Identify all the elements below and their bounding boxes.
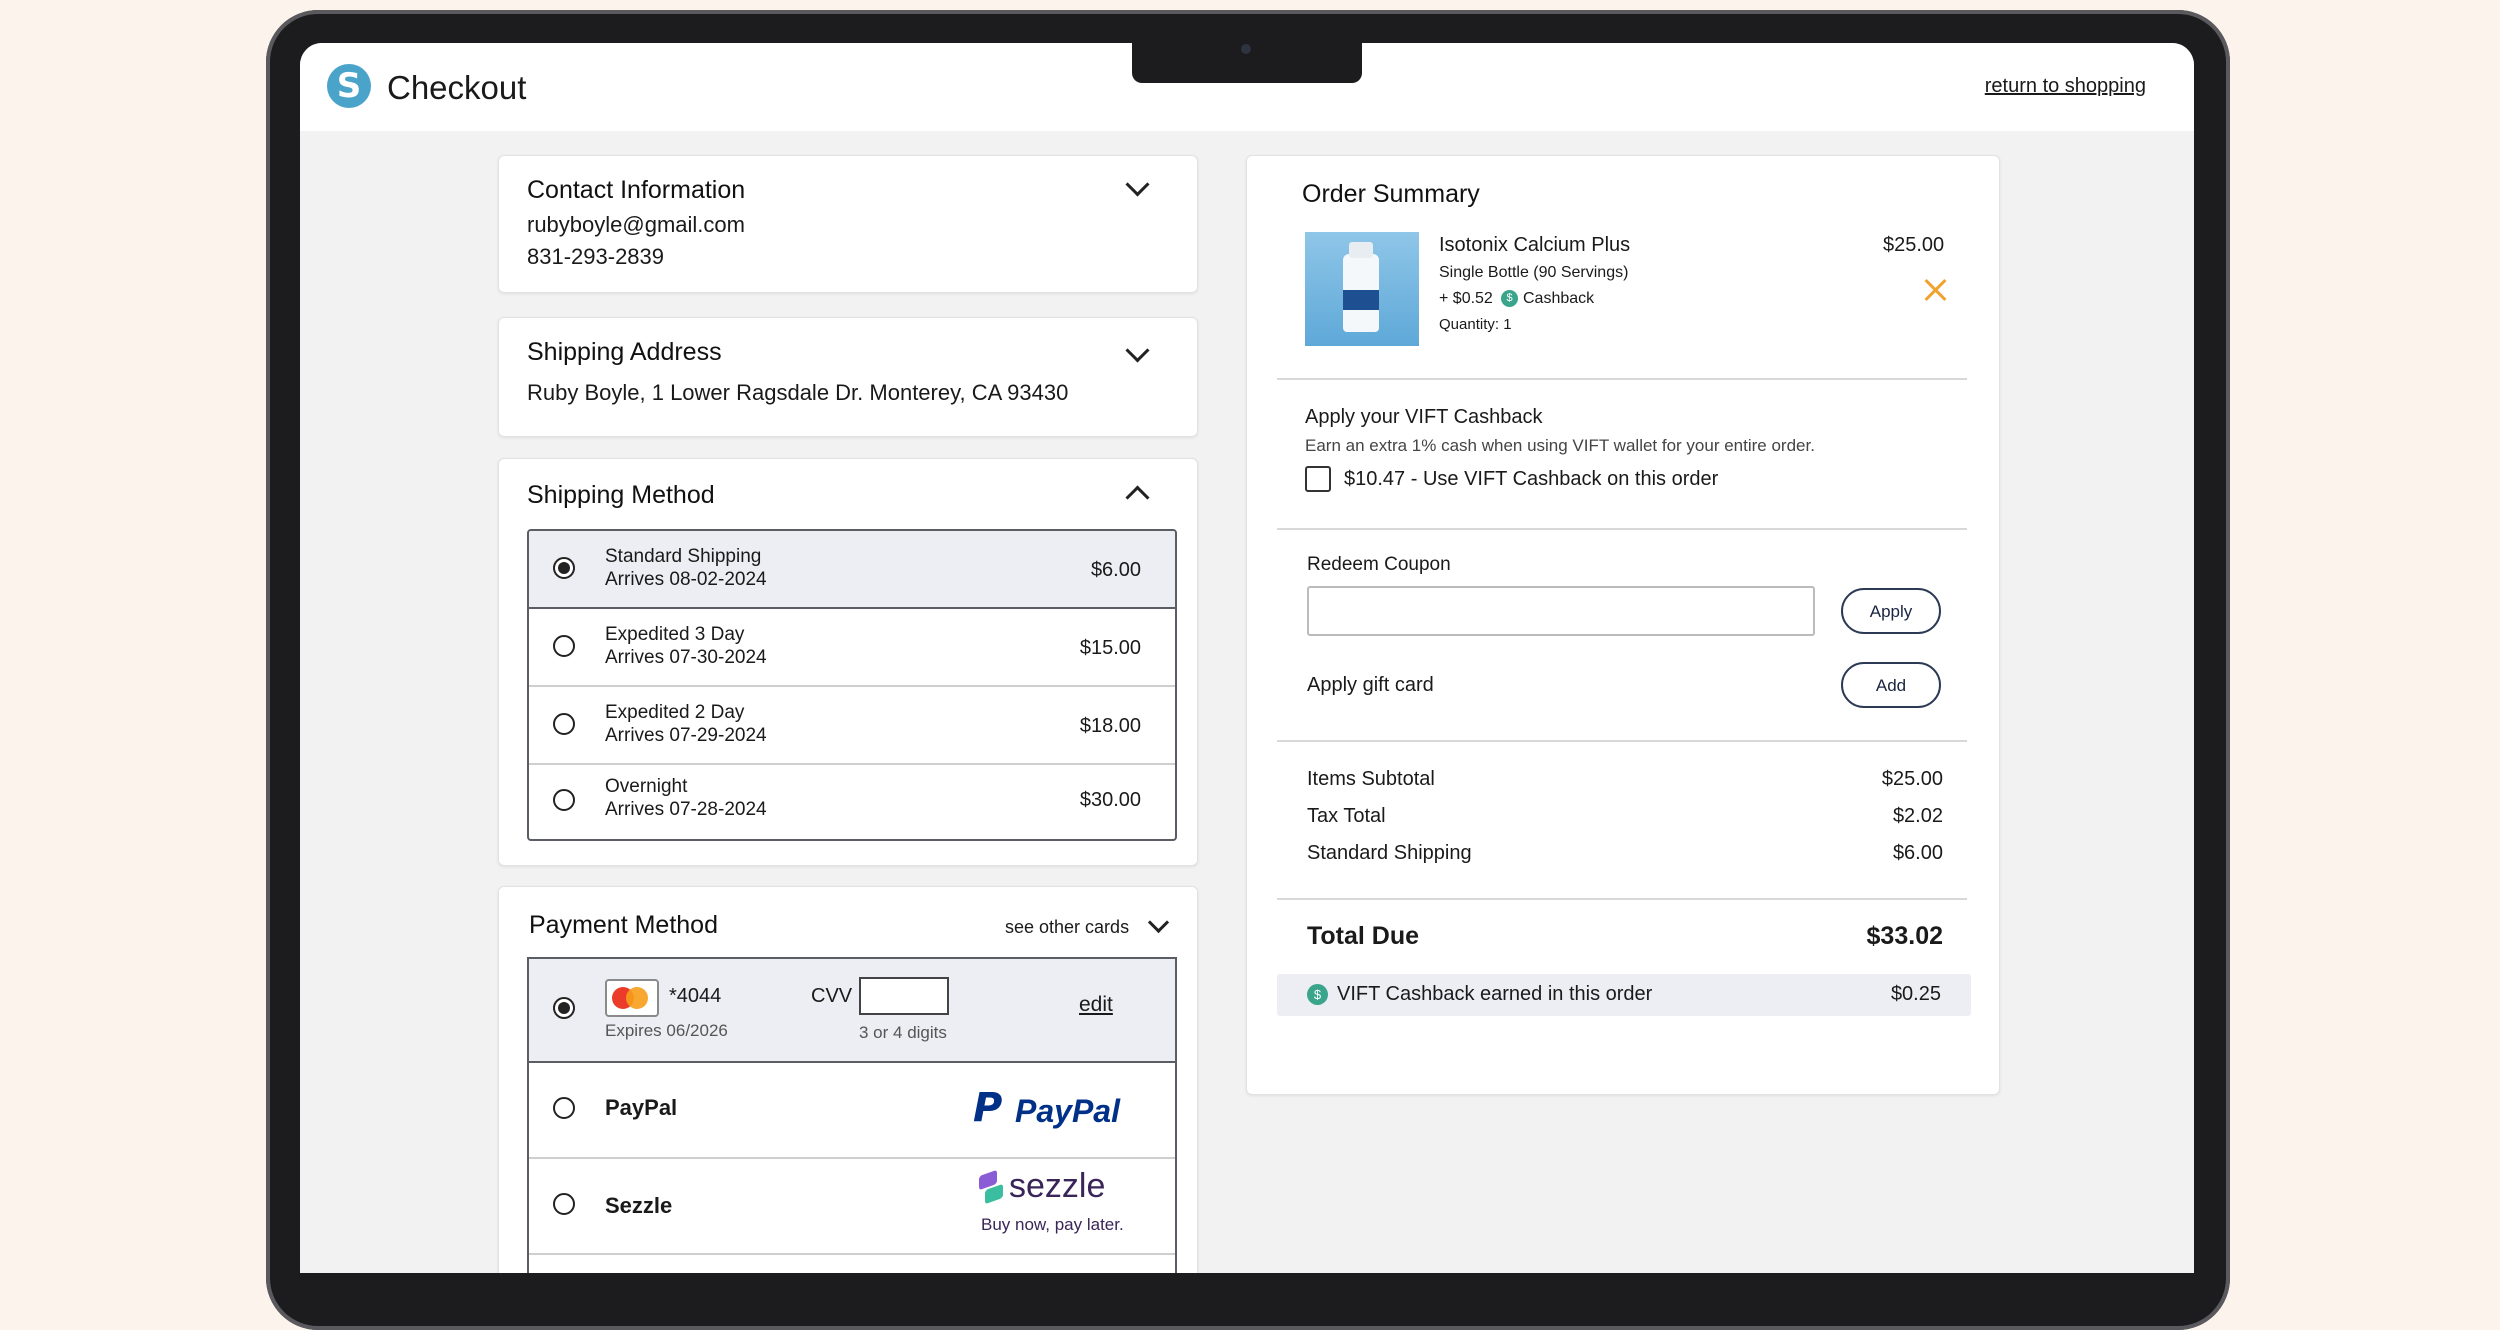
tax-total-label: Tax Total <box>1307 805 1386 827</box>
product-name: Isotonix Calcium Plus <box>1439 234 1631 256</box>
items-subtotal-label: Items Subtotal <box>1307 768 1435 790</box>
cashback-dollar-icon: $ <box>1307 984 1328 1005</box>
standard-shipping-value: $6.00 <box>1892 842 1943 864</box>
shipping-option-price: $18.00 <box>1079 715 1141 737</box>
shipping-option-overnight[interactable]: Overnight Arrives 07-28-2024 $30.00 <box>529 765 1175 839</box>
card-expiry: Expires 06/2026 <box>605 1021 728 1040</box>
payment-option-card[interactable]: *4044 Expires 06/2026 CVV 3 or 4 digits … <box>529 959 1175 1063</box>
cashback-earned-banner: $ VIFT Cashback earned in this order $0.… <box>1277 974 1971 1016</box>
paypal-logo-text: PayPal <box>1015 1093 1120 1129</box>
shipping-option-name: Overnight <box>605 776 688 797</box>
remove-item-close-icon[interactable] <box>1923 278 1947 302</box>
divider <box>1277 740 1967 742</box>
product-image <box>1305 232 1419 346</box>
payment-method-title: Payment Method <box>529 911 718 939</box>
items-subtotal-value: $25.00 <box>1881 768 1943 790</box>
shipping-method-card: Shipping Method Standard Shipping Arrive… <box>498 458 1198 866</box>
mastercard-icon <box>605 979 659 1017</box>
shipping-options-list: Standard Shipping Arrives 08-02-2024 $6.… <box>527 529 1177 841</box>
shipping-option-arrival: Arrives 08-02-2024 <box>605 569 767 590</box>
shipping-option-price: $15.00 <box>1079 637 1141 659</box>
payment-option-sezzle[interactable]: Sezzle sezzle Buy now, pay later. <box>529 1159 1175 1255</box>
shipping-option-standard[interactable]: Standard Shipping Arrives 08-02-2024 $6.… <box>529 531 1175 609</box>
divider <box>1277 528 1967 530</box>
cvv-hint: 3 or 4 digits <box>859 1023 947 1042</box>
payment-method-card: Payment Method see other cards *4044 Exp… <box>498 886 1198 1273</box>
brand-logo-icon: S <box>327 64 371 108</box>
product-variant: Single Bottle (90 Servings) <box>1439 264 1629 281</box>
order-summary-card: Order Summary Isotonix Calcium Plus Sing… <box>1246 155 2000 1095</box>
radio-selected[interactable] <box>553 997 575 1019</box>
coupon-input[interactable] <box>1307 586 1815 636</box>
radio-unselected[interactable] <box>553 1097 575 1119</box>
payment-option-paypal[interactable]: PayPal P PayPal <box>529 1063 1175 1159</box>
chevron-up-icon[interactable] <box>1125 485 1150 510</box>
browser-screen: S Checkout return to shopping Contact In… <box>300 43 2194 1273</box>
order-summary-title: Order Summary <box>1302 180 1480 208</box>
contact-phone: 831-293-2839 <box>527 244 665 269</box>
add-gift-card-button[interactable]: Add <box>1841 662 1941 708</box>
shipping-option-arrival: Arrives 07-29-2024 <box>605 725 767 746</box>
vift-cashback-checkbox-label: $10.47 - Use VIFT Cashback on this order <box>1344 468 1719 490</box>
shipping-option-price: $6.00 <box>1090 559 1141 581</box>
see-other-cards-link[interactable]: see other cards <box>1005 917 1129 938</box>
cashback-earned-value: $0.25 <box>1890 983 1941 1005</box>
shipping-address-text: Ruby Boyle, 1 Lower Ragsdale Dr. Montere… <box>527 380 1069 405</box>
chevron-down-icon[interactable] <box>1125 172 1150 197</box>
payment-options-list: *4044 Expires 06/2026 CVV 3 or 4 digits … <box>527 957 1177 1273</box>
product-cashback-amount: + $0.52 <box>1439 290 1493 307</box>
shipping-option-expedited-2-day[interactable]: Expedited 2 Day Arrives 07-29-2024 $18.0… <box>529 687 1175 765</box>
radio-unselected[interactable] <box>553 635 575 657</box>
radio-unselected[interactable] <box>553 713 575 735</box>
edit-card-link[interactable]: edit <box>1079 993 1113 1017</box>
chevron-down-icon[interactable] <box>1125 338 1150 363</box>
shipping-option-arrival: Arrives 07-28-2024 <box>605 799 767 820</box>
product-price: $25.00 <box>1883 234 1945 256</box>
total-due-label: Total Due <box>1307 922 1420 950</box>
shipping-option-expedited-3-day[interactable]: Expedited 3 Day Arrives 07-30-2024 $15.0… <box>529 609 1175 687</box>
shipping-address-card: Shipping Address Ruby Boyle, 1 Lower Rag… <box>498 317 1198 437</box>
apply-coupon-button[interactable]: Apply <box>1841 588 1941 634</box>
cashback-dollar-icon: $ <box>1501 290 1518 307</box>
card-number: *4044 <box>669 985 722 1007</box>
cashback-earned-label: VIFT Cashback earned in this order <box>1337 983 1653 1005</box>
paypal-logo-icon: P PayPal <box>973 1085 1120 1131</box>
redeem-coupon-label: Redeem Coupon <box>1307 554 1451 575</box>
product-quantity: Quantity: 1 <box>1439 316 1512 333</box>
contact-email: rubyboyle@gmail.com <box>527 212 745 237</box>
vift-cashback-description: Earn an extra 1% cash when using VIFT wa… <box>1305 436 1815 455</box>
product-cashback-label: Cashback <box>1523 290 1595 307</box>
sezzle-tagline: Buy now, pay later. <box>981 1215 1124 1234</box>
radio-unselected[interactable] <box>553 789 575 811</box>
shipping-option-name: Standard Shipping <box>605 546 762 567</box>
apply-gift-card-label: Apply gift card <box>1307 674 1434 696</box>
vift-cashback-checkbox[interactable] <box>1305 466 1331 492</box>
shipping-option-name: Expedited 3 Day <box>605 624 745 645</box>
sezzle-logo-icon <box>979 1169 1005 1205</box>
cvv-input[interactable] <box>859 977 949 1015</box>
radio-selected[interactable] <box>553 557 575 579</box>
contact-information-title: Contact Information <box>527 176 746 204</box>
divider <box>1277 378 1967 380</box>
total-due-value: $33.02 <box>1866 922 1943 950</box>
contact-information-card: Contact Information rubyboyle@gmail.com … <box>498 155 1198 293</box>
sezzle-logo-text: sezzle <box>1009 1167 1106 1205</box>
shipping-address-title: Shipping Address <box>527 338 722 366</box>
chevron-down-icon[interactable] <box>1147 911 1170 934</box>
standard-shipping-label: Standard Shipping <box>1307 842 1472 864</box>
tax-total-value: $2.02 <box>1892 805 1943 827</box>
return-to-shopping-link[interactable]: return to shopping <box>1985 75 2146 98</box>
cvv-label: CVV <box>811 985 853 1007</box>
page-title: Checkout <box>387 69 527 106</box>
vift-cashback-title: Apply your VIFT Cashback <box>1305 406 1543 428</box>
camera-icon <box>1241 44 1251 54</box>
radio-unselected[interactable] <box>553 1193 575 1215</box>
sezzle-label: Sezzle <box>605 1193 673 1218</box>
shipping-option-name: Expedited 2 Day <box>605 702 745 723</box>
shipping-option-price: $30.00 <box>1079 789 1141 811</box>
divider <box>1277 898 1967 900</box>
shipping-option-arrival: Arrives 07-30-2024 <box>605 647 767 668</box>
shipping-method-title: Shipping Method <box>527 481 715 509</box>
paypal-label: PayPal <box>605 1095 678 1120</box>
